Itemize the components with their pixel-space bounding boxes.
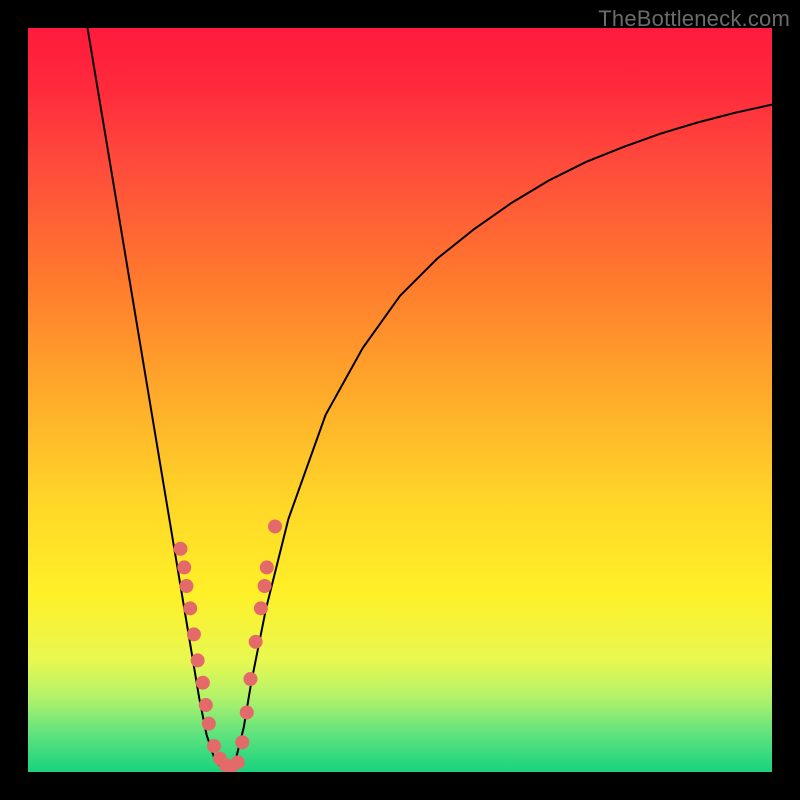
scatter-dot [183, 601, 197, 615]
curve-path [88, 28, 772, 772]
chart-plot-area [28, 28, 772, 772]
chart-frame: TheBottleneck.com [0, 0, 800, 800]
scatter-dot [177, 560, 191, 574]
scatter-dot [179, 579, 193, 593]
scatter-dot [191, 653, 205, 667]
scatter-dot [174, 542, 188, 556]
scatter-dot [254, 601, 268, 615]
scatter-dot [231, 755, 245, 769]
scatter-dot [249, 635, 263, 649]
chart-svg [28, 28, 772, 772]
scatter-dot [207, 739, 221, 753]
scatter-dot [235, 735, 249, 749]
watermark-text: TheBottleneck.com [598, 6, 790, 32]
scatter-dot [268, 519, 282, 533]
scatter-dot [199, 698, 213, 712]
scatter-dot [243, 672, 257, 686]
scatter-dot [202, 717, 216, 731]
scatter-dot [187, 627, 201, 641]
scatter-dot [240, 705, 254, 719]
bottleneck-curve [88, 28, 772, 772]
scatter-dot [260, 560, 274, 574]
scatter-dot [196, 676, 210, 690]
scatter-dot [258, 579, 272, 593]
